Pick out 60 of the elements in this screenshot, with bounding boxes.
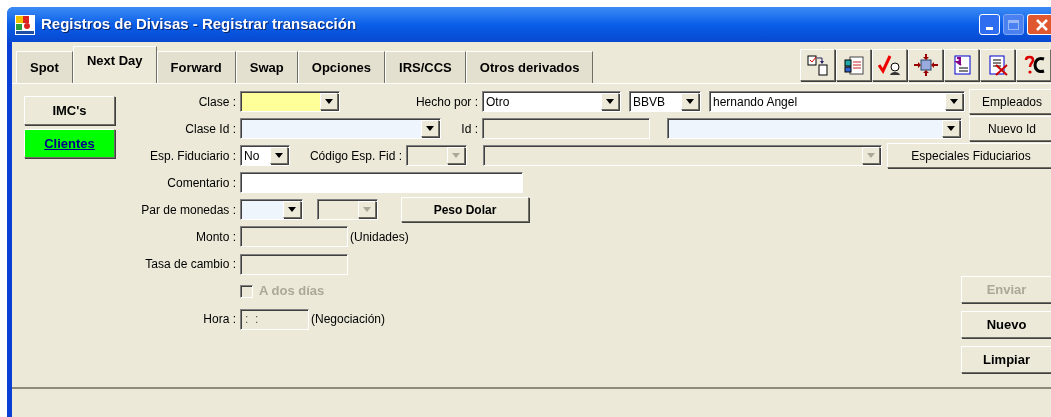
bank-combo[interactable]: BBVB xyxy=(629,91,701,112)
caret-icon xyxy=(606,99,614,104)
hecho-por-combo[interactable]: Otro xyxy=(482,91,621,112)
empleados-button[interactable]: Empleados xyxy=(969,89,1051,114)
action-button[interactable]: Nuevo xyxy=(961,311,1051,338)
tab[interactable]: Otros derivados xyxy=(465,51,594,83)
side-button[interactable]: Clientes xyxy=(24,129,115,158)
peso-dolar-button[interactable]: Peso Dolar xyxy=(401,197,529,222)
delete-document-icon[interactable] xyxy=(980,48,1015,81)
tab[interactable]: Opciones xyxy=(297,51,386,83)
close-icon xyxy=(1034,17,1049,32)
help-icon[interactable] xyxy=(1016,48,1051,81)
clase-combo[interactable] xyxy=(240,91,340,112)
caret-icon xyxy=(950,99,958,104)
tab[interactable]: IRS/CCS xyxy=(385,51,466,83)
field-label: Hora : xyxy=(202,311,237,328)
minimize-button[interactable] xyxy=(979,14,1000,35)
nuevo-id-button[interactable]: Nuevo Id xyxy=(969,116,1051,141)
unit-label: (Unidades) xyxy=(350,228,409,246)
currency-combo[interactable] xyxy=(240,199,303,220)
field-label: Comentario : xyxy=(166,174,237,192)
comentario-field[interactable] xyxy=(240,172,523,193)
clase-id-combo[interactable] xyxy=(240,118,441,139)
unit-label: (Negociación) xyxy=(311,311,386,328)
esp-fiduciario-combo[interactable]: No xyxy=(240,145,290,166)
side-button[interactable]: IMC's xyxy=(24,96,115,125)
field-label: Monto : xyxy=(194,228,237,246)
document-icon[interactable] xyxy=(944,48,979,81)
field-label: Hecho por : xyxy=(414,93,479,111)
close-button[interactable] xyxy=(1027,14,1051,35)
field-label: Esp. Fiduciario : xyxy=(148,147,237,165)
app-logo-icon xyxy=(15,14,35,35)
field-label: Clase : xyxy=(197,93,237,111)
caret-icon xyxy=(867,153,875,158)
field-label: Clase Id : xyxy=(184,120,237,138)
caret-icon xyxy=(947,126,955,131)
field-label: Id : xyxy=(460,120,479,138)
field-label: Tasa de cambio : xyxy=(144,256,237,273)
copy-document-icon[interactable] xyxy=(800,48,835,81)
caret-icon xyxy=(426,126,434,131)
action-button[interactable]: Limpiar xyxy=(961,346,1051,373)
window-title: Registros de Divisas - Registrar transacción xyxy=(41,14,357,35)
caret-icon xyxy=(275,153,283,158)
tab[interactable]: Next Day xyxy=(72,46,157,83)
checkmark-person-icon[interactable] xyxy=(872,48,907,81)
tab[interactable]: Forward xyxy=(156,51,236,83)
field-label: Código Esp. Fid : xyxy=(308,147,403,165)
caret-icon xyxy=(363,207,371,212)
caret-icon xyxy=(452,153,460,158)
especiales-fiduciarios-button[interactable]: Especiales Fiduciarios xyxy=(887,143,1051,168)
caret-icon xyxy=(686,99,694,104)
grid-arrows-icon[interactable] xyxy=(908,48,943,81)
id-combo[interactable] xyxy=(667,118,962,139)
tab[interactable]: Swap xyxy=(235,51,298,83)
field-label: Par de monedas : xyxy=(140,201,237,219)
clipboard-icon[interactable] xyxy=(836,48,871,81)
caret-icon xyxy=(288,207,296,212)
tab[interactable]: Spot xyxy=(16,51,73,83)
user-combo[interactable]: hernando Angel xyxy=(709,91,965,112)
caret-icon xyxy=(325,99,333,104)
